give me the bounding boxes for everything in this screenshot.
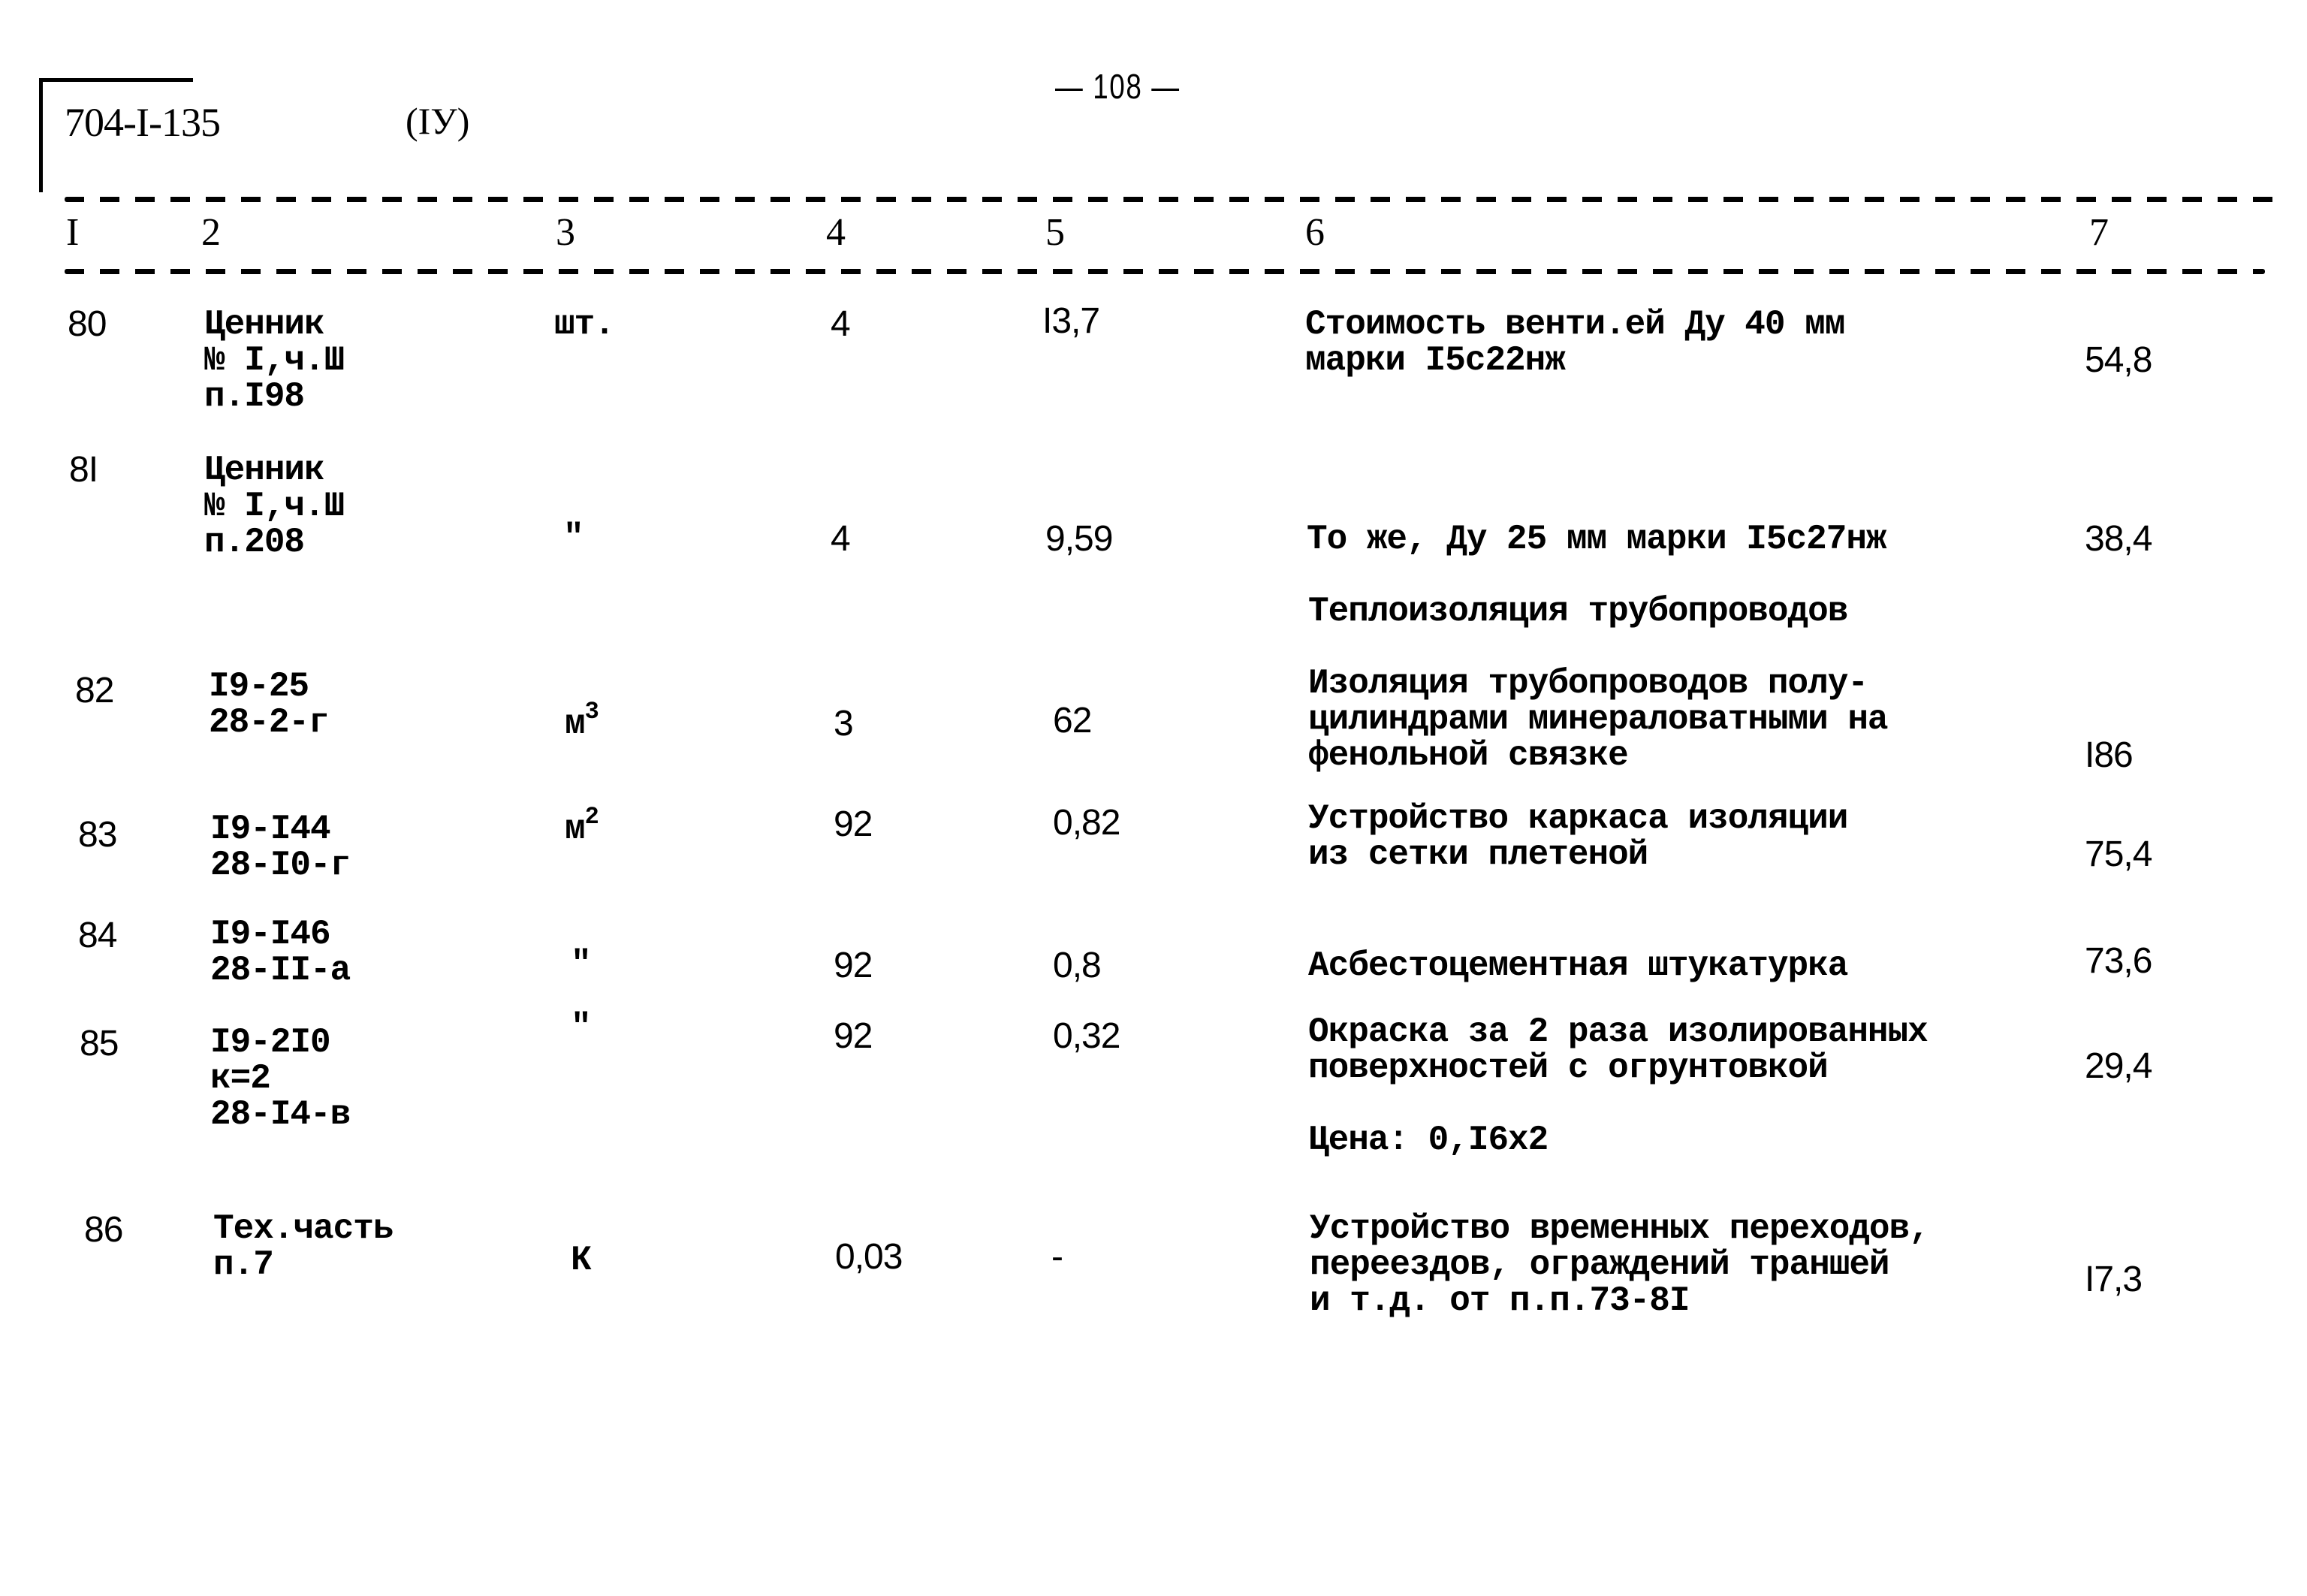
row-quantity: 92: [834, 804, 873, 844]
column-header-6: 6: [1305, 211, 1325, 254]
row-total: 73,6: [2085, 941, 2152, 981]
row-total: 29,4: [2085, 1046, 2152, 1086]
row-unit: ": [571, 945, 592, 984]
column-header-5: 5: [1045, 211, 1065, 254]
row-unit: ": [571, 1008, 592, 1047]
unit-exponent: 3: [584, 697, 599, 726]
row-total: I7,3: [2085, 1260, 2143, 1299]
row-unit-price: 9,59: [1045, 519, 1113, 559]
row-unit: шт.: [554, 305, 615, 344]
row-unit: м3: [565, 699, 599, 744]
row-quantity: 4: [831, 519, 851, 559]
row-number: 8I: [69, 450, 98, 490]
row-description: То же, Ду 25 мм марки I5с27нж: [1307, 520, 1887, 559]
row-unit-price: 0,8: [1053, 946, 1102, 985]
row-description: Изоляция трубопроводов полу- цилиндрами …: [1308, 664, 1889, 775]
row-unit: К: [571, 1241, 592, 1280]
row-quantity: 4: [831, 304, 851, 344]
row-unit-price: I3,7: [1042, 301, 1100, 341]
row-total: 38,4: [2085, 519, 2152, 559]
row-price-note: Цена: 0,I6x2: [1308, 1121, 1549, 1160]
section-title: Теплоизоляция трубопроводов: [1308, 592, 1848, 631]
row-description: Стоимость венти.ей Ду 40 мм марки I5с22н…: [1305, 305, 1845, 380]
unit-base: м: [565, 704, 586, 744]
row-description: Устройство каркаса изоляции из сетки пле…: [1308, 799, 1848, 874]
row-number: 86: [84, 1210, 123, 1250]
row-unit-price: -: [1051, 1237, 1063, 1277]
row-total: 75,4: [2085, 834, 2152, 874]
row-unit: ": [563, 518, 584, 557]
page-number: — 108 —: [1055, 67, 1181, 106]
row-number: 85: [80, 1024, 119, 1063]
document-part: (IУ): [406, 100, 470, 142]
row-unit-price: 0,32: [1053, 1016, 1120, 1056]
unit-exponent: 2: [584, 802, 599, 831]
row-basis: Тех.часть п.7: [213, 1209, 394, 1284]
row-quantity: 0,03: [835, 1237, 903, 1277]
column-header-4: 4: [826, 211, 846, 254]
row-basis: Ценник № I,ч.Ш п.208: [204, 451, 345, 562]
row-description: Окраска за 2 раза изолированных поверхно…: [1308, 1012, 1929, 1088]
column-header-3: 3: [556, 211, 575, 254]
column-header-2: 2: [201, 211, 221, 254]
row-number: 82: [75, 671, 114, 711]
row-quantity: 92: [834, 1016, 873, 1056]
row-quantity: 3: [834, 704, 854, 744]
title-block-frame-left: [39, 80, 43, 192]
row-basis: Ценник № I,ч.Ш п.I98: [204, 305, 345, 416]
header-rule-top: [65, 197, 2287, 202]
row-unit-price: 0,82: [1053, 803, 1120, 843]
row-quantity: 92: [834, 946, 873, 985]
column-header-1: I: [66, 211, 80, 254]
row-basis: I9-25 28-2-г: [209, 667, 330, 742]
row-unit: м2: [565, 804, 599, 849]
row-description: Устройство временных переходов, переездо…: [1310, 1209, 1930, 1320]
row-total: I86: [2085, 735, 2134, 775]
row-unit-price: 62: [1053, 701, 1092, 741]
title-block-frame-top: [39, 78, 193, 82]
column-header-7: 7: [2089, 211, 2109, 254]
row-description: Асбестоцементная штукатурка: [1308, 946, 1848, 985]
document-code: 704-I-135: [65, 100, 221, 145]
row-number: 83: [78, 815, 117, 855]
row-basis: I9-I44 28-I0-г: [210, 810, 351, 885]
row-number: 84: [78, 916, 117, 955]
row-number: 80: [68, 304, 107, 344]
row-total: 54,8: [2085, 340, 2152, 380]
unit-base: м: [565, 810, 586, 849]
header-rule-bottom: [65, 269, 2265, 274]
row-basis: I9-2I0 к=2 28-I4-в: [210, 1023, 351, 1134]
row-basis: I9-I46 28-II-а: [210, 915, 351, 990]
